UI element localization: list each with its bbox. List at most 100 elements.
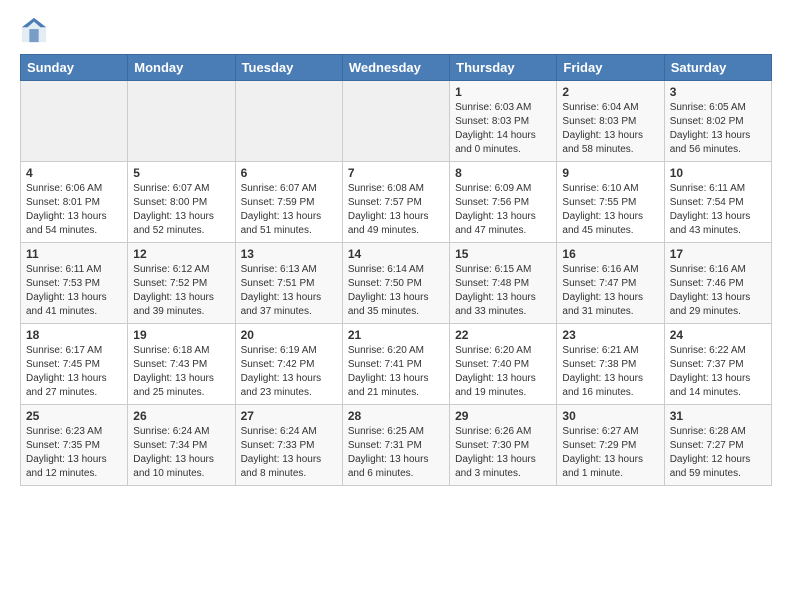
calendar-cell: 22 Sunrise: 6:20 AM Sunset: 7:40 PM Dayli… <box>450 324 557 405</box>
calendar-cell: 7 Sunrise: 6:08 AM Sunset: 7:57 PM Daylig… <box>342 162 449 243</box>
day-number: 1 <box>455 85 551 99</box>
calendar-cell: 4 Sunrise: 6:06 AM Sunset: 8:01 PM Daylig… <box>21 162 128 243</box>
week-row-5: 25 Sunrise: 6:23 AM Sunset: 7:35 PM Dayli… <box>21 405 772 486</box>
weekday-header-wednesday: Wednesday <box>342 55 449 81</box>
day-number: 28 <box>348 409 444 423</box>
day-number: 7 <box>348 166 444 180</box>
day-info: Sunrise: 6:16 AM Sunset: 7:46 PM Dayligh… <box>670 263 766 319</box>
day-number: 27 <box>241 409 337 423</box>
day-info: Sunrise: 6:16 AM Sunset: 7:47 PM Dayligh… <box>562 263 658 319</box>
day-info: Sunrise: 6:24 AM Sunset: 7:34 PM Dayligh… <box>133 425 229 481</box>
calendar-cell: 1 Sunrise: 6:03 AM Sunset: 8:03 PM Daylig… <box>450 81 557 162</box>
calendar-cell: 21Sunrise: 6:20 AM Sunset: 7:41 PM Dayli… <box>342 324 449 405</box>
day-info: Sunrise: 6:11 AM Sunset: 7:53 PM Dayligh… <box>26 263 122 319</box>
day-info: Sunrise: 6:13 AM Sunset: 7:51 PM Dayligh… <box>241 263 337 319</box>
calendar-cell <box>128 81 235 162</box>
day-number: 6 <box>241 166 337 180</box>
day-number: 23 <box>562 328 658 342</box>
calendar-cell <box>21 81 128 162</box>
day-number: 4 <box>26 166 122 180</box>
day-number: 31 <box>670 409 766 423</box>
day-info: Sunrise: 6:23 AM Sunset: 7:35 PM Dayligh… <box>26 425 122 481</box>
day-number: 18 <box>26 328 122 342</box>
calendar-cell: 26 Sunrise: 6:24 AM Sunset: 7:34 PM Dayli… <box>128 405 235 486</box>
calendar-cell: 5 Sunrise: 6:07 AM Sunset: 8:00 PM Daylig… <box>128 162 235 243</box>
day-number: 30 <box>562 409 658 423</box>
calendar-cell: 18 Sunrise: 6:17 AM Sunset: 7:45 PM Dayli… <box>21 324 128 405</box>
day-info: Sunrise: 6:10 AM Sunset: 7:55 PM Dayligh… <box>562 182 658 238</box>
day-number: 26 <box>133 409 229 423</box>
calendar-cell: 13 Sunrise: 6:13 AM Sunset: 7:51 PM Dayli… <box>235 243 342 324</box>
calendar-cell: 28 Sunrise: 6:25 AM Sunset: 7:31 PM Dayli… <box>342 405 449 486</box>
day-number: 14 <box>348 247 444 261</box>
calendar-cell: 14Sunrise: 6:14 AM Sunset: 7:50 PM Dayli… <box>342 243 449 324</box>
day-number: 10 <box>670 166 766 180</box>
day-info: Sunrise: 6:12 AM Sunset: 7:52 PM Dayligh… <box>133 263 229 319</box>
day-info: Sunrise: 6:28 AM Sunset: 7:27 PM Dayligh… <box>670 425 766 481</box>
day-number: 29 <box>455 409 551 423</box>
calendar-cell: 27Sunrise: 6:24 AM Sunset: 7:33 PM Dayli… <box>235 405 342 486</box>
calendar: SundayMondayTuesdayWednesdayThursdayFrid… <box>20 54 772 486</box>
calendar-cell: 6 Sunrise: 6:07 AM Sunset: 7:59 PM Daylig… <box>235 162 342 243</box>
day-info: Sunrise: 6:17 AM Sunset: 7:45 PM Dayligh… <box>26 344 122 400</box>
header <box>20 16 772 44</box>
calendar-cell: 15 Sunrise: 6:15 AM Sunset: 7:48 PM Dayli… <box>450 243 557 324</box>
calendar-cell: 16 Sunrise: 6:16 AM Sunset: 7:47 PM Dayli… <box>557 243 664 324</box>
weekday-header-thursday: Thursday <box>450 55 557 81</box>
calendar-cell: 8 Sunrise: 6:09 AM Sunset: 7:56 PM Daylig… <box>450 162 557 243</box>
weekday-header-tuesday: Tuesday <box>235 55 342 81</box>
day-number: 19 <box>133 328 229 342</box>
calendar-cell: 2Sunrise: 6:04 AM Sunset: 8:03 PM Daylig… <box>557 81 664 162</box>
calendar-cell: 31 Sunrise: 6:28 AM Sunset: 7:27 PM Dayli… <box>664 405 771 486</box>
day-info: Sunrise: 6:20 AM Sunset: 7:40 PM Dayligh… <box>455 344 551 400</box>
day-info: Sunrise: 6:18 AM Sunset: 7:43 PM Dayligh… <box>133 344 229 400</box>
day-info: Sunrise: 6:15 AM Sunset: 7:48 PM Dayligh… <box>455 263 551 319</box>
day-number: 21 <box>348 328 444 342</box>
day-number: 17 <box>670 247 766 261</box>
day-number: 22 <box>455 328 551 342</box>
page: SundayMondayTuesdayWednesdayThursdayFrid… <box>0 0 792 496</box>
calendar-cell: 30 Sunrise: 6:27 AM Sunset: 7:29 PM Dayli… <box>557 405 664 486</box>
day-info: Sunrise: 6:05 AM Sunset: 8:02 PM Dayligh… <box>670 101 766 157</box>
day-info: Sunrise: 6:27 AM Sunset: 7:29 PM Dayligh… <box>562 425 658 481</box>
calendar-cell: 20 Sunrise: 6:19 AM Sunset: 7:42 PM Dayli… <box>235 324 342 405</box>
day-info: Sunrise: 6:07 AM Sunset: 8:00 PM Dayligh… <box>133 182 229 238</box>
day-number: 15 <box>455 247 551 261</box>
day-number: 25 <box>26 409 122 423</box>
calendar-cell <box>342 81 449 162</box>
day-number: 16 <box>562 247 658 261</box>
calendar-cell: 11Sunrise: 6:11 AM Sunset: 7:53 PM Dayli… <box>21 243 128 324</box>
day-info: Sunrise: 6:08 AM Sunset: 7:57 PM Dayligh… <box>348 182 444 238</box>
calendar-cell: 29 Sunrise: 6:26 AM Sunset: 7:30 PM Dayli… <box>450 405 557 486</box>
week-row-4: 18 Sunrise: 6:17 AM Sunset: 7:45 PM Dayli… <box>21 324 772 405</box>
calendar-cell: 19 Sunrise: 6:18 AM Sunset: 7:43 PM Dayli… <box>128 324 235 405</box>
logo-icon <box>20 16 48 44</box>
day-number: 12 <box>133 247 229 261</box>
day-number: 13 <box>241 247 337 261</box>
day-number: 9 <box>562 166 658 180</box>
week-row-3: 11Sunrise: 6:11 AM Sunset: 7:53 PM Dayli… <box>21 243 772 324</box>
calendar-cell: 12 Sunrise: 6:12 AM Sunset: 7:52 PM Dayli… <box>128 243 235 324</box>
weekday-header-monday: Monday <box>128 55 235 81</box>
day-number: 24 <box>670 328 766 342</box>
day-number: 3 <box>670 85 766 99</box>
calendar-cell: 3 Sunrise: 6:05 AM Sunset: 8:02 PM Daylig… <box>664 81 771 162</box>
day-info: Sunrise: 6:21 AM Sunset: 7:38 PM Dayligh… <box>562 344 658 400</box>
day-info: Sunrise: 6:25 AM Sunset: 7:31 PM Dayligh… <box>348 425 444 481</box>
day-number: 5 <box>133 166 229 180</box>
logo <box>20 16 52 44</box>
day-info: Sunrise: 6:09 AM Sunset: 7:56 PM Dayligh… <box>455 182 551 238</box>
calendar-cell: 24Sunrise: 6:22 AM Sunset: 7:37 PM Dayli… <box>664 324 771 405</box>
day-number: 20 <box>241 328 337 342</box>
day-info: Sunrise: 6:07 AM Sunset: 7:59 PM Dayligh… <box>241 182 337 238</box>
day-info: Sunrise: 6:03 AM Sunset: 8:03 PM Dayligh… <box>455 101 551 157</box>
calendar-cell: 23 Sunrise: 6:21 AM Sunset: 7:38 PM Dayli… <box>557 324 664 405</box>
weekday-header-friday: Friday <box>557 55 664 81</box>
day-info: Sunrise: 6:19 AM Sunset: 7:42 PM Dayligh… <box>241 344 337 400</box>
day-info: Sunrise: 6:06 AM Sunset: 8:01 PM Dayligh… <box>26 182 122 238</box>
day-info: Sunrise: 6:11 AM Sunset: 7:54 PM Dayligh… <box>670 182 766 238</box>
day-info: Sunrise: 6:26 AM Sunset: 7:30 PM Dayligh… <box>455 425 551 481</box>
day-number: 8 <box>455 166 551 180</box>
weekday-header-saturday: Saturday <box>664 55 771 81</box>
weekday-header-sunday: Sunday <box>21 55 128 81</box>
